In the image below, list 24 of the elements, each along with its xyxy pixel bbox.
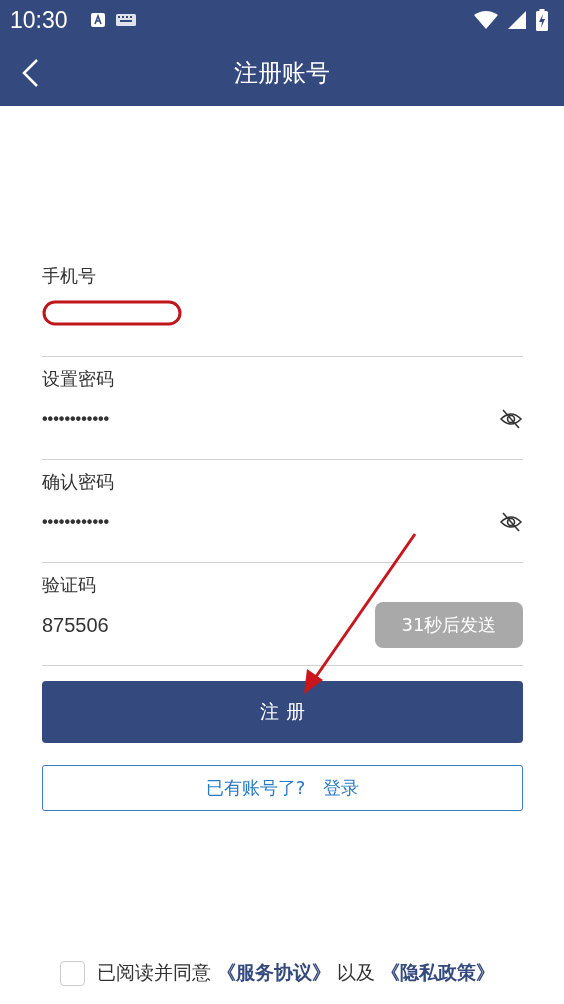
wifi-icon [474, 11, 498, 29]
password-field[interactable]: •••••••••••• [42, 513, 110, 531]
eye-off-icon[interactable] [499, 512, 523, 532]
field-label: 确认密码 [42, 470, 115, 494]
eye-off-icon[interactable] [499, 409, 523, 429]
signal-icon [508, 11, 526, 29]
register-button[interactable]: 注 册 [42, 681, 523, 743]
field-label: 设置密码 [42, 367, 115, 391]
service-agreement-link[interactable]: 《服务协议》 [217, 960, 331, 986]
font-icon [89, 12, 106, 28]
page-title: 注册账号 [234, 58, 330, 89]
password-field[interactable]: •••••••••••• [42, 410, 110, 428]
code-field[interactable]: 875506 [42, 613, 109, 637]
field-label: 手机号 [42, 264, 97, 288]
agreement-joiner: 以及 [337, 960, 375, 985]
privacy-policy-link[interactable]: 《隐私政策》 [381, 960, 495, 986]
agreement-text: 已阅读并同意 [97, 960, 211, 985]
login-link[interactable]: 登录 [323, 776, 360, 800]
login-prompt: 已有账号了? [205, 776, 306, 800]
status-time: 10:30 [10, 6, 68, 34]
keyboard-icon [115, 14, 136, 26]
field-label: 验证码 [42, 573, 97, 597]
agreement-checkbox[interactable] [60, 960, 85, 986]
battery-icon [536, 9, 548, 31]
